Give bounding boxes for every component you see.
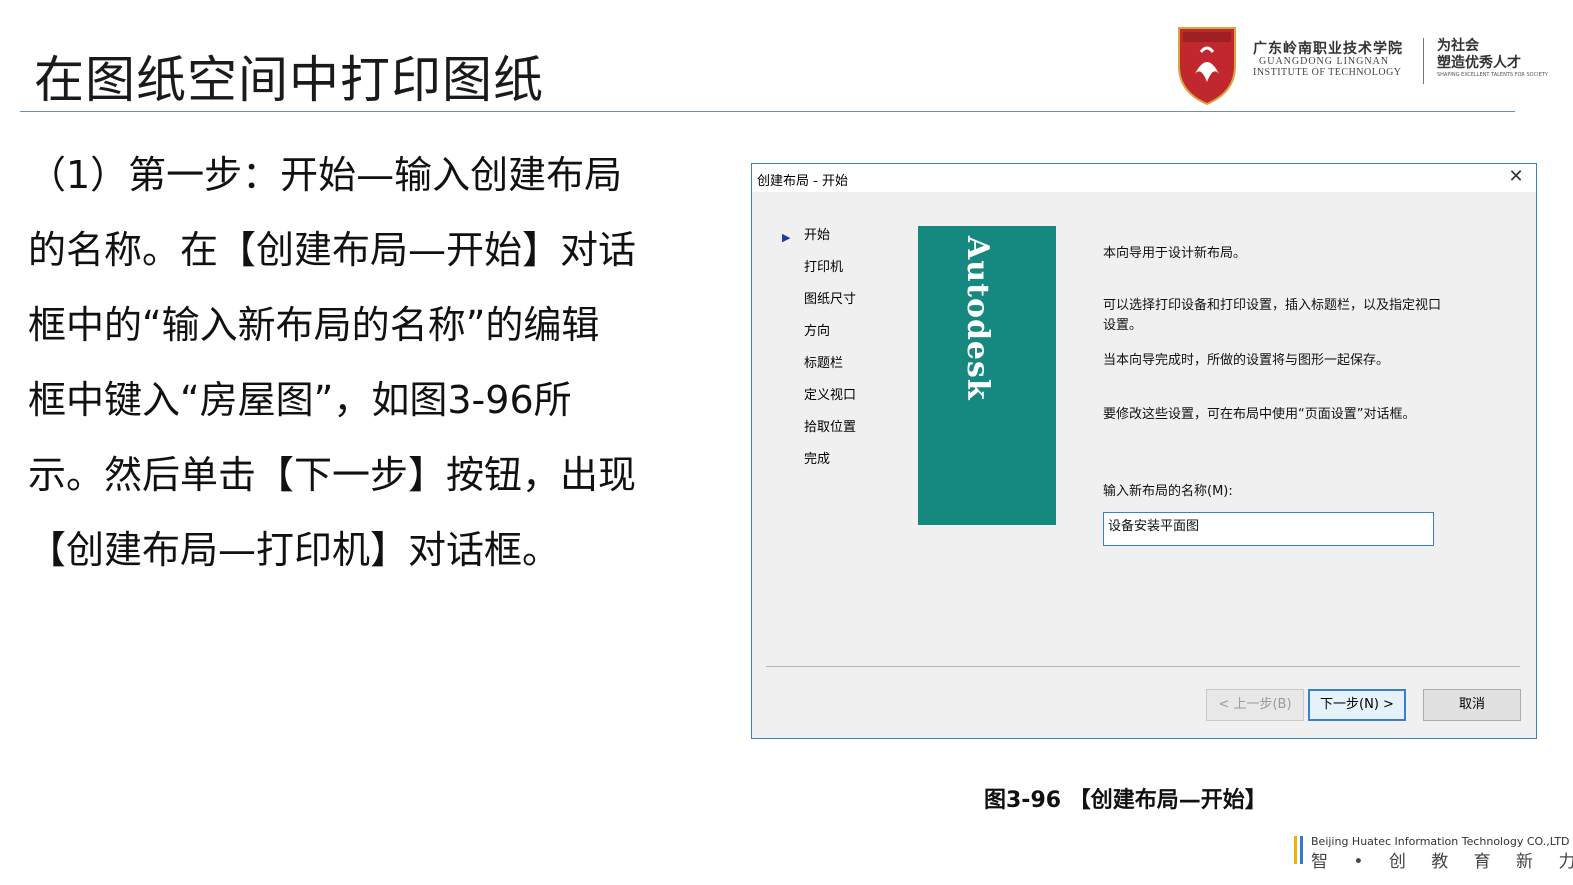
- wizard-step-printer: 打印机: [776, 258, 856, 290]
- dialog-separator: [766, 666, 1520, 667]
- create-layout-dialog: 创建布局 - 开始 ✕ ▶ 开始 打印机 图纸尺寸 方向 标题栏 定义视口 拾取…: [751, 163, 1537, 739]
- wizard-step-paper-size: 图纸尺寸: [776, 290, 856, 322]
- wizard-step-label: 图纸尺寸: [804, 292, 857, 307]
- layout-name-input[interactable]: [1103, 512, 1434, 546]
- wizard-step-label: 开始: [804, 228, 831, 243]
- wizard-step-pick-location: 拾取位置: [776, 418, 856, 450]
- paragraph-line: 框中键入“房屋图”，如图3-96所: [28, 378, 572, 422]
- close-icon[interactable]: ✕: [1506, 166, 1526, 188]
- info-intro: 本向导用于设计新布局。: [1103, 246, 1247, 261]
- figure-caption: 图3-96 【创建布局—开始】: [984, 788, 1267, 813]
- autodesk-brand-panel: Autodesk: [918, 226, 1056, 525]
- paragraph-line: 【创建布局—打印机】对话框。: [28, 528, 561, 572]
- wizard-steps: ▶ 开始 打印机 图纸尺寸 方向 标题栏 定义视口 拾取位置 完成: [776, 226, 856, 482]
- wizard-step-title-block: 标题栏: [776, 354, 856, 386]
- wizard-step-start: ▶ 开始: [776, 226, 856, 258]
- back-button[interactable]: < 上一步(B): [1206, 689, 1304, 721]
- wizard-step-label: 定义视口: [804, 388, 857, 403]
- slide-title: 在图纸空间中打印图纸: [34, 51, 544, 109]
- step-description: （1）第一步：开始—输入创建布局 的名称。在【创建布局—开始】对话 框中的“输入…: [28, 138, 728, 588]
- school-logo: 广东岭南职业技术学院 GUANGDONG LINGNAN INSTITUTE O…: [1175, 22, 1548, 108]
- info-page-setup: 要修改这些设置，可在布局中使用“页面设置”对话框。: [1103, 407, 1416, 422]
- title-divider: [20, 111, 1515, 112]
- info-options: 可以选择打印设备和打印设置，插入标题栏，以及指定视口设置。: [1103, 298, 1442, 333]
- paragraph-line: 框中的“输入新布局的名称”的编辑: [28, 303, 600, 347]
- motto-line-1: 为社会: [1437, 38, 1479, 54]
- wizard-step-label: 拾取位置: [804, 420, 857, 435]
- wizard-step-finish: 完成: [776, 450, 856, 482]
- wizard-step-define-viewports: 定义视口: [776, 386, 856, 418]
- school-name-en-2: INSTITUTE OF TECHNOLOGY: [1253, 67, 1402, 78]
- dialog-titlebar: 创建布局 - 开始 ✕: [752, 164, 1536, 192]
- school-motto: 为社会 塑造优秀人才: [1437, 38, 1521, 72]
- paragraph-line: （1）第一步：开始—输入创建布局: [28, 153, 623, 197]
- current-step-arrow-icon: ▶: [782, 231, 791, 244]
- logo-divider: [1423, 38, 1424, 84]
- motto-line-2: 塑造优秀人才: [1437, 55, 1521, 71]
- wizard-step-orientation: 方向: [776, 322, 856, 354]
- dialog-title: 创建布局 - 开始: [757, 174, 848, 189]
- wizard-step-label: 完成: [804, 452, 831, 467]
- wizard-step-label: 打印机: [804, 260, 844, 275]
- cancel-button[interactable]: 取消: [1423, 689, 1521, 721]
- paragraph-line: 的名称。在【创建布局—开始】对话: [28, 228, 637, 272]
- next-button[interactable]: 下一步(N) >: [1308, 689, 1406, 721]
- school-name-en-1: GUANGDONG LINGNAN: [1259, 56, 1390, 67]
- autodesk-logo-text: Autodesk: [960, 236, 995, 401]
- school-name-cn: 广东岭南职业技术学院: [1253, 41, 1403, 57]
- school-shield-icon: [1178, 27, 1236, 106]
- info-save: 当本向导完成时，所做的设置将与图形一起保存。: [1103, 353, 1390, 368]
- footer-slogan: 智 • 创 教 育 新 力 量: [1311, 852, 1573, 872]
- wizard-step-label: 标题栏: [804, 356, 844, 371]
- wizard-step-label: 方向: [804, 324, 831, 339]
- paragraph-line: 示。然后单击【下一步】按钮，出现: [28, 453, 637, 497]
- motto-en: SHAPING EXCELLENT TALENTS FOR SOCIETY: [1437, 72, 1548, 78]
- layout-name-label: 输入新布局的名称(M):: [1103, 484, 1233, 499]
- footer-brand-bars-icon: [1294, 836, 1306, 864]
